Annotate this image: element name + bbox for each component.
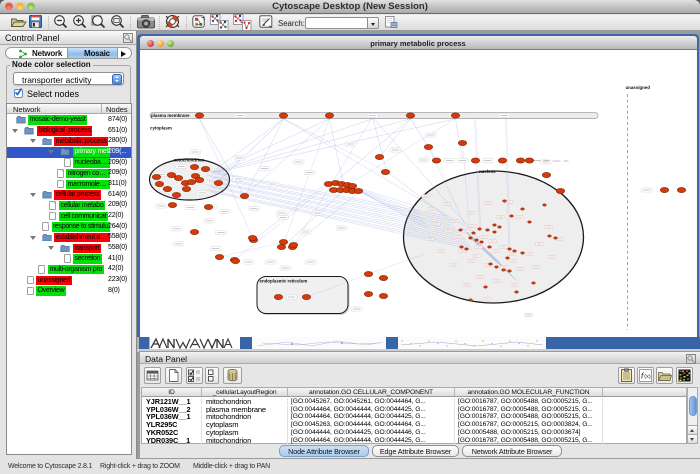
svg-text:(x): (x): [644, 374, 651, 380]
svg-text:endoplasmic reticulum: endoplasmic reticulum: [259, 279, 307, 284]
svg-text:cytoplasm: cytoplasm: [150, 126, 172, 131]
svg-text:unassigned: unassigned: [625, 85, 650, 90]
svg-text:nucleus: nucleus: [479, 169, 496, 174]
svg-text:mitochondrion: mitochondrion: [173, 158, 204, 163]
svg-text:plasma membrane: plasma membrane: [151, 113, 190, 118]
